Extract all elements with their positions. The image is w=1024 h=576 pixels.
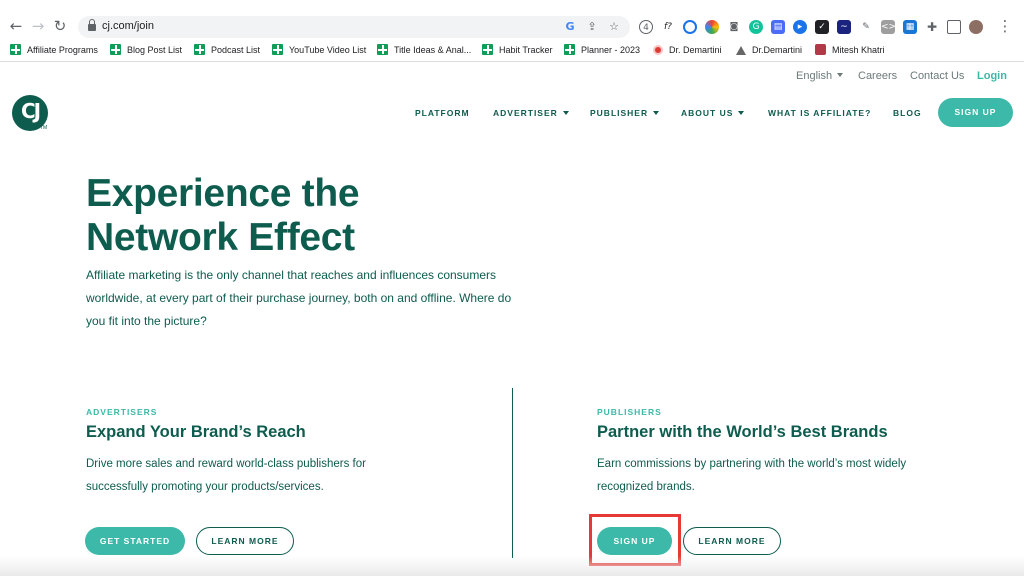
extension-check-icon[interactable]: ✓ [815, 20, 829, 34]
sheets-icon [110, 44, 121, 55]
publishers-title: Partner with the World’s Best Brands [597, 423, 888, 441]
contact-us-link[interactable]: Contact Us [910, 70, 964, 82]
bookmark-drdemartini[interactable]: Dr.Demartini [736, 43, 802, 57]
profile-avatar-icon[interactable] [969, 20, 983, 34]
advertisers-learn-more-button[interactable]: LEARN MORE [196, 527, 294, 555]
nav-about-us[interactable]: ABOUT US [681, 108, 745, 118]
advertisers-title: Expand Your Brand’s Reach [86, 423, 306, 441]
triangle-icon [736, 46, 746, 55]
sheets-icon [482, 44, 493, 55]
bookmark-affiliate-programs[interactable]: Affiliate Programs [10, 43, 98, 57]
side-panel-icon[interactable] [947, 20, 961, 34]
browser-toolbar: ← → ↻ cj.com/join G ⇪ ☆ 4 f? ◙ G ▤ ▸ ✓ ~… [0, 12, 1024, 40]
menu-dots-icon[interactable]: ⋮ [995, 16, 1015, 36]
language-selector[interactable]: English [796, 70, 844, 82]
column-divider [512, 388, 513, 558]
bookmark-dr-demartini[interactable]: Dr. Demartini [653, 43, 722, 57]
sheets-icon [272, 44, 283, 55]
reload-icon[interactable]: ↻ [50, 16, 70, 36]
bookmark-blog-post-list[interactable]: Blog Post List [110, 43, 182, 57]
sheets-icon [377, 44, 388, 55]
nav-platform[interactable]: PLATFORM [415, 108, 470, 118]
share-icon[interactable]: ⇪ [584, 19, 600, 35]
extension-play-icon[interactable]: ▸ [793, 20, 807, 34]
camera-icon[interactable]: ◙ [727, 20, 741, 34]
color-picker-icon[interactable] [705, 20, 719, 34]
bookmark-youtube-video-list[interactable]: YouTube Video List [272, 43, 366, 57]
extension-fx-icon[interactable]: f? [661, 20, 675, 34]
extension-edit-icon[interactable]: ✎ [859, 20, 873, 34]
publishers-label: PUBLISHERS [597, 407, 662, 417]
address-bar[interactable]: cj.com/join G ⇪ ☆ [78, 16, 630, 38]
publishers-learn-more-button[interactable]: LEARN MORE [683, 527, 781, 555]
grammarly-icon[interactable]: G [749, 20, 763, 34]
browser-chrome: ← → ↻ cj.com/join G ⇪ ☆ 4 f? ◙ G ▤ ▸ ✓ ~… [0, 0, 1024, 62]
chevron-down-icon [738, 111, 745, 115]
nav-blog[interactable]: BLOG [893, 108, 922, 118]
youtube-icon [653, 45, 663, 55]
puzzle-icon[interactable]: ✚ [925, 20, 939, 34]
url-text: cj.com/join [102, 20, 154, 32]
bookmarks-bar: Affiliate Programs Blog Post List Podcas… [0, 41, 1024, 59]
get-started-button[interactable]: GET STARTED [85, 527, 185, 555]
bookmark-star-icon[interactable]: ☆ [606, 19, 622, 35]
sheets-icon [194, 44, 205, 55]
chevron-down-icon [562, 111, 569, 115]
publishers-description: Earn commissions by partnering with the … [597, 458, 907, 493]
profile-icon [815, 44, 826, 55]
sheets-icon [564, 44, 575, 55]
advertisers-label: ADVERTISERS [86, 407, 158, 417]
advertisers-description: Drive more sales and reward world-class … [86, 458, 366, 493]
nav-advertiser[interactable]: ADVERTISER [493, 108, 569, 118]
extension-graph-icon[interactable]: ~ [837, 20, 851, 34]
sheets-icon [10, 44, 21, 55]
extension-grid-icon[interactable]: ▦ [903, 20, 917, 34]
bookmark-mitesh-khatri[interactable]: Mitesh Khatri [815, 43, 885, 57]
extension-circle-icon[interactable] [683, 20, 697, 34]
chevron-down-icon [837, 73, 844, 77]
bottom-fade [0, 556, 1024, 576]
hero-title: Experience the Network Effect [86, 172, 360, 259]
extension-code-icon[interactable]: <> [881, 20, 896, 34]
trademark-mark: TM [40, 125, 48, 131]
forward-icon[interactable]: → [28, 16, 48, 36]
google-icon[interactable]: G [562, 19, 578, 35]
nav-publisher[interactable]: PUBLISHER [590, 108, 660, 118]
login-link[interactable]: Login [977, 70, 1007, 82]
chevron-down-icon [653, 111, 660, 115]
extension-icon[interactable]: 4 [639, 20, 653, 34]
bookmark-planner-2023[interactable]: Planner - 2023 [564, 43, 640, 57]
hero-description: Affiliate marketing is the only channel … [86, 268, 512, 328]
nav-what-is-affiliate[interactable]: WHAT IS AFFILIATE? [768, 108, 871, 118]
careers-link[interactable]: Careers [858, 70, 897, 82]
lock-icon [88, 19, 96, 31]
extension-doc-icon[interactable]: ▤ [771, 20, 785, 34]
bookmark-title-ideas[interactable]: Title Ideas & Anal... [377, 43, 471, 57]
bookmark-habit-tracker[interactable]: Habit Tracker [482, 43, 553, 57]
back-icon[interactable]: ← [6, 16, 26, 36]
bookmark-podcast-list[interactable]: Podcast List [194, 43, 260, 57]
nav-signup-button[interactable]: SIGN UP [938, 98, 1013, 127]
